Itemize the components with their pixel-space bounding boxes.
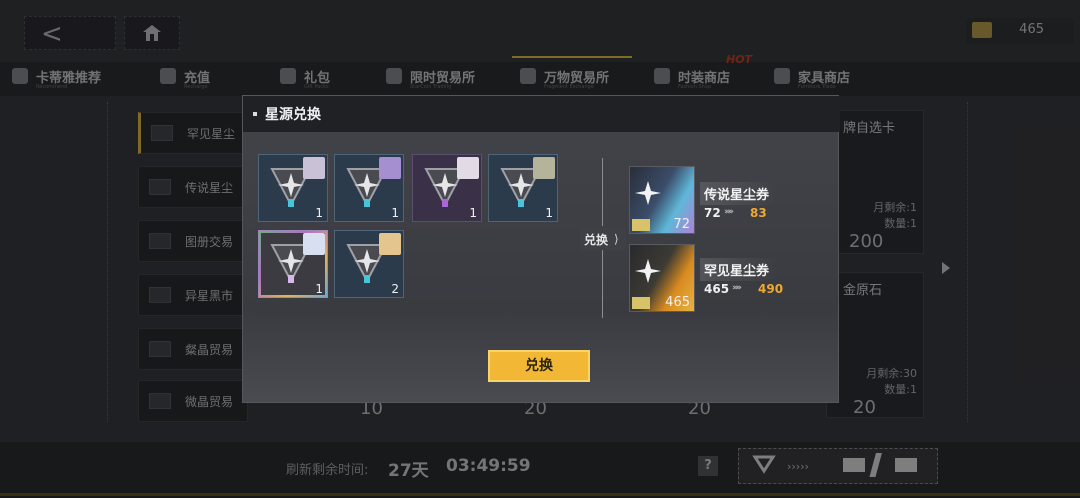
- character-portrait: [533, 157, 555, 179]
- result-new: 83: [750, 206, 767, 220]
- character-portrait: [457, 157, 479, 179]
- legend-ticket-card: 72: [629, 166, 695, 234]
- progress-arrows-icon: ›››››: [732, 283, 742, 293]
- result-name: 传说星尘券: [700, 182, 778, 205]
- chevron-right-icon: ⟩: [614, 232, 619, 246]
- exchange-confirm-button[interactable]: 兑换: [488, 350, 590, 382]
- dialog-header: 星源兑换: [243, 96, 840, 132]
- fragment-slot[interactable]: 2: [334, 230, 404, 298]
- fragment-qty: 1: [315, 206, 323, 220]
- result-qty: 72: [673, 217, 690, 232]
- fragment-qty: 1: [315, 282, 323, 296]
- fragment-slot[interactable]: 1: [412, 154, 482, 222]
- character-portrait: [303, 157, 325, 179]
- result-current: 72: [704, 206, 721, 220]
- character-portrait: [379, 157, 401, 179]
- fragment-slot[interactable]: 1: [258, 230, 328, 298]
- fragment-slot[interactable]: 1: [334, 154, 404, 222]
- fragment-qty: 1: [545, 206, 553, 220]
- convert-label: 兑换: [584, 233, 609, 247]
- result-name: 罕见星尘券: [700, 258, 778, 281]
- ticket-badge: [632, 297, 650, 309]
- bullet-icon: [253, 112, 257, 116]
- fragment-slot[interactable]: 1: [258, 154, 328, 222]
- progress-arrows-icon: ›››››: [724, 207, 734, 217]
- fragment-qty: 1: [391, 206, 399, 220]
- rare-ticket-card: 465: [629, 244, 695, 312]
- result-qty: 465: [665, 295, 690, 310]
- fragment-qty: 1: [469, 206, 477, 220]
- result-new: 490: [758, 282, 784, 296]
- ticket-badge: [632, 219, 650, 231]
- fragment-slot[interactable]: 1: [488, 154, 558, 222]
- fragment-qty: 2: [391, 282, 399, 296]
- result-current: 465: [704, 282, 730, 296]
- character-portrait: [303, 233, 325, 255]
- dialog-title: 星源兑换: [265, 107, 321, 123]
- character-portrait: [379, 233, 401, 255]
